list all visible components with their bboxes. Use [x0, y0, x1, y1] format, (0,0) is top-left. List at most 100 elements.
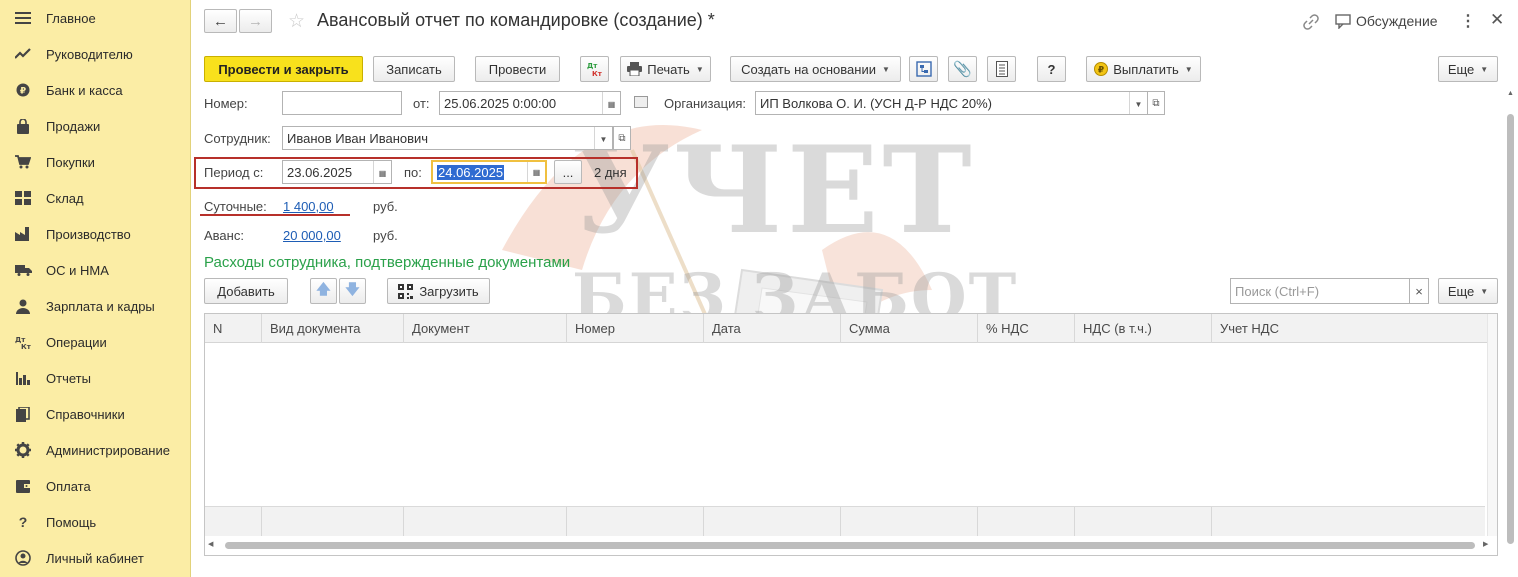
sidebar-item-assets[interactable]: ОС и НМА	[0, 253, 191, 287]
sidebar-item-label: Оплата	[46, 478, 91, 494]
warehouse-icon	[14, 189, 32, 207]
sidebar-item-operations[interactable]: Дт Кт Операции	[0, 325, 191, 359]
scroll-left-icon[interactable]: ◀	[208, 540, 213, 548]
period-to-field[interactable]: 24.06.2025 ▦	[431, 160, 547, 184]
calendar-icon[interactable]: ▦	[527, 162, 545, 182]
sidebar: Главное Руководителю ₽ Банк и касса Прод…	[0, 0, 191, 577]
number-field[interactable]	[282, 91, 402, 115]
scroll-up-icon[interactable]: ▲	[1507, 90, 1514, 97]
table-more-button[interactable]: Еще ▼	[1438, 278, 1498, 304]
bar-chart-icon	[14, 369, 32, 387]
link-icon[interactable]	[1302, 13, 1320, 34]
sidebar-item-account[interactable]: Личный кабинет	[0, 541, 191, 575]
period-from-value: 23.06.2025	[287, 164, 353, 180]
period-from-label: Период с:	[204, 165, 264, 180]
svg-text:₽: ₽	[1098, 66, 1104, 76]
back-button[interactable]: ←	[204, 9, 237, 33]
arrow-down-icon: 🡇	[345, 281, 360, 297]
calendar-icon[interactable]: ▦	[373, 161, 391, 183]
scroll-thumb[interactable]	[1507, 114, 1514, 544]
attach-button[interactable]: 📎	[948, 56, 977, 82]
sidebar-item-reports[interactable]: Отчеты	[0, 361, 191, 395]
organization-field[interactable]: ИП Волкова О. И. (УСН Д-Р НДС 20%) ▼	[755, 91, 1148, 115]
structure-button[interactable]	[909, 56, 938, 82]
number-label: Номер:	[204, 96, 248, 111]
calendar-icon[interactable]: ▦	[602, 92, 620, 114]
column-header-vat-rate[interactable]: % НДС	[978, 314, 1075, 343]
sidebar-item-warehouse[interactable]: Склад	[0, 181, 191, 215]
open-employee-button[interactable]: ⧉	[613, 126, 631, 150]
table-vertical-scrollbar[interactable]	[1487, 314, 1497, 536]
expenses-table[interactable]: N Вид документа Документ Номер Дата Сумм…	[204, 313, 1498, 556]
per-diem-label: Суточные:	[204, 199, 267, 214]
period-select-button[interactable]: ...	[554, 160, 582, 184]
column-header-date[interactable]: Дата	[704, 314, 841, 343]
advance-link[interactable]: 20 000,00	[283, 228, 341, 243]
page-vertical-scrollbar[interactable]: ▲	[1506, 90, 1516, 577]
column-header-number[interactable]: Номер	[567, 314, 704, 343]
scroll-right-icon[interactable]: ▶	[1483, 540, 1488, 548]
column-header-amount[interactable]: Сумма	[841, 314, 978, 343]
post-button[interactable]: Провести	[475, 56, 560, 82]
chevron-down-icon: ▼	[1480, 286, 1489, 296]
load-button[interactable]: Загрузить	[387, 278, 490, 304]
date-field[interactable]: 25.06.2025 0:00:00 ▦	[439, 91, 621, 115]
sidebar-item-purchases[interactable]: Покупки	[0, 145, 191, 179]
column-header-vat[interactable]: НДС (в т.ч.)	[1075, 314, 1212, 343]
svg-text:Дт: Дт	[587, 62, 598, 70]
question-icon: ?	[18, 514, 28, 530]
help-button[interactable]: ?	[1037, 56, 1066, 82]
add-button[interactable]: Добавить	[204, 278, 288, 304]
column-header-vat-accounting[interactable]: Учет НДС	[1212, 314, 1487, 343]
sidebar-item-sales[interactable]: Продажи	[0, 109, 191, 143]
sidebar-item-salary[interactable]: Зарплата и кадры	[0, 289, 191, 323]
scroll-thumb[interactable]	[225, 542, 1475, 549]
sidebar-item-production[interactable]: Производство	[0, 217, 191, 251]
pay-button[interactable]: ₽ Выплатить ▼	[1086, 56, 1201, 82]
star-icon[interactable]: ☆	[288, 10, 305, 33]
more-vertical-icon[interactable]: ⋮	[1460, 11, 1476, 31]
post-and-close-button[interactable]: Провести и закрыть	[204, 56, 363, 82]
table-horizontal-scrollbar[interactable]: ◀ ▶	[205, 536, 1497, 555]
more-label: Еще	[1447, 61, 1475, 77]
chevron-down-icon: ▼	[695, 64, 704, 74]
save-button[interactable]: Записать	[373, 56, 455, 82]
forward-button[interactable]: →	[239, 9, 272, 33]
sidebar-item-help[interactable]: ? Помощь	[0, 505, 191, 539]
sidebar-item-catalogs[interactable]: Справочники	[0, 397, 191, 431]
table-more-label: Еще	[1447, 283, 1475, 299]
document-list-button[interactable]	[987, 56, 1016, 82]
arrow-up-icon: 🡅	[316, 281, 331, 297]
search-clear-button[interactable]: ×	[1409, 278, 1429, 304]
discussion-link[interactable]: Обсуждение	[1356, 13, 1438, 29]
employee-value: Иванов Иван Иванович	[287, 130, 429, 146]
create-based-on-button[interactable]: Создать на основании ▼	[730, 56, 901, 82]
print-button[interactable]: Печать ▼	[620, 56, 711, 82]
period-from-field[interactable]: 23.06.2025 ▦	[282, 160, 392, 184]
sidebar-item-main[interactable]: Главное	[0, 1, 191, 35]
column-header-document[interactable]: Документ	[404, 314, 567, 343]
factory-icon	[14, 225, 32, 243]
close-icon[interactable]: ✕	[1490, 10, 1504, 30]
move-up-button[interactable]: 🡅	[310, 278, 337, 304]
sidebar-item-label: Справочники	[46, 406, 125, 422]
period-to-label: по:	[404, 165, 422, 180]
move-down-button[interactable]: 🡇	[339, 278, 366, 304]
per-diem-link[interactable]: 1 400,00	[283, 199, 334, 214]
column-header-n[interactable]: N	[205, 314, 262, 343]
chat-icon[interactable]	[1335, 14, 1351, 32]
sidebar-item-admin[interactable]: Администрирование	[0, 433, 191, 467]
column-header-doc-type[interactable]: Вид документа	[262, 314, 404, 343]
more-button[interactable]: Еще ▼	[1438, 56, 1498, 82]
sidebar-item-bank[interactable]: ₽ Банк и касса	[0, 73, 191, 107]
dt-kt-button[interactable]: Дт Кт	[580, 56, 609, 82]
sidebar-item-manager[interactable]: Руководителю	[0, 37, 191, 71]
sidebar-item-payment[interactable]: Оплата	[0, 469, 191, 503]
employee-field[interactable]: Иванов Иван Иванович ▼	[282, 126, 613, 150]
chevron-down-icon[interactable]: ▼	[1129, 92, 1147, 114]
search-input[interactable]: Поиск (Ctrl+F)	[1230, 278, 1410, 304]
open-organization-button[interactable]: ⧉	[1147, 91, 1165, 115]
chevron-down-icon[interactable]: ▼	[594, 127, 612, 149]
svg-text:Кт: Кт	[592, 70, 603, 77]
printer-icon	[627, 62, 643, 76]
